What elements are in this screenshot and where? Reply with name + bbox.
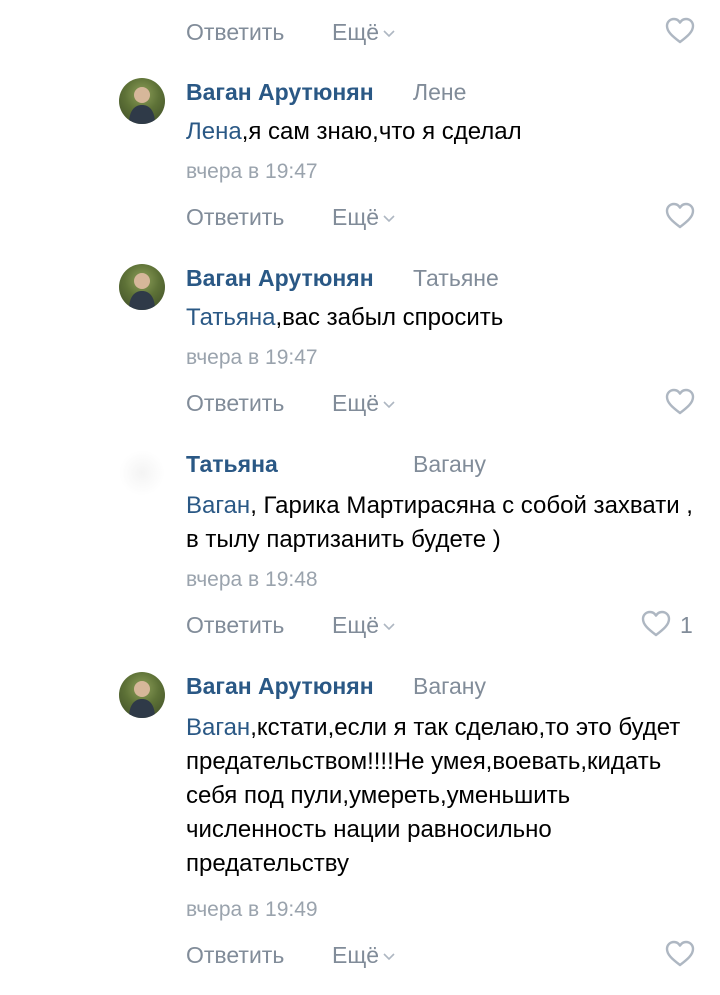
avatar[interactable] [119, 264, 165, 310]
mention-link[interactable]: Ваган [186, 714, 250, 741]
comment-body: , Гарика Мартирасяна с собой захвати , в… [186, 492, 693, 553]
reply-button[interactable]: Ответить [186, 18, 284, 46]
comment-author[interactable]: Татьяна [186, 450, 278, 478]
heart-outline-icon[interactable] [641, 610, 671, 638]
heart-outline-icon[interactable] [665, 388, 695, 416]
reply-button[interactable]: Ответить [186, 203, 284, 231]
avatar[interactable] [119, 672, 165, 718]
comment-author[interactable]: Ваган Арутюнян [186, 78, 374, 106]
comment-time[interactable]: вчера в 19:47 [186, 159, 318, 185]
avatar[interactable] [119, 78, 165, 124]
more-label: Ещё [332, 19, 380, 45]
chevron-down-icon [383, 30, 395, 38]
heart-outline-icon[interactable] [665, 202, 695, 230]
reply-to-name[interactable]: Лене [413, 78, 466, 106]
more-label: Ещё [332, 204, 380, 230]
more-button[interactable]: Ещё [332, 203, 395, 231]
reply-button[interactable]: Ответить [186, 389, 284, 417]
chevron-down-icon [383, 623, 395, 631]
more-button[interactable]: Ещё [332, 941, 395, 969]
reply-to-name[interactable]: Вагану [413, 672, 486, 700]
heart-outline-icon[interactable] [665, 940, 695, 968]
comment-author[interactable]: Ваган Арутюнян [186, 672, 374, 700]
comment-author[interactable]: Ваган Арутюнян [186, 264, 374, 292]
heart-outline-icon[interactable] [665, 17, 695, 45]
more-label: Ещё [332, 390, 380, 416]
chevron-down-icon [383, 953, 395, 961]
avatar-image [129, 87, 155, 124]
more-label: Ещё [332, 942, 380, 968]
reply-to-name[interactable]: Татьяне [413, 264, 499, 292]
chevron-down-icon [383, 215, 395, 223]
like-count[interactable]: 1 [680, 611, 693, 639]
avatar[interactable] [119, 450, 165, 496]
reply-button[interactable]: Ответить [186, 611, 284, 639]
mention-link[interactable]: Ваган [186, 492, 250, 519]
comment-body: ,кстати,если я так сделаю,то это будет п… [186, 714, 681, 877]
more-button[interactable]: Ещё [332, 611, 395, 639]
reply-button[interactable]: Ответить [186, 941, 284, 969]
reply-to-name[interactable]: Вагану [413, 450, 486, 478]
comment-time[interactable]: вчера в 19:47 [186, 345, 318, 371]
mention-link[interactable]: Татьяна [186, 304, 276, 331]
mention-link[interactable]: Лена [186, 118, 242, 145]
avatar-image [129, 273, 155, 310]
comment-text: Татьяна,вас забыл спросить [186, 301, 696, 335]
more-button[interactable]: Ещё [332, 18, 395, 46]
comment-text: Ваган, Гарика Мартирасяна с собой захват… [186, 489, 696, 557]
comment-body: ,я сам знаю,что я сделал [241, 118, 522, 145]
comment-text: Лена,я сам знаю,что я сделал [186, 115, 696, 149]
comment-time[interactable]: вчера в 19:48 [186, 567, 318, 593]
chevron-down-icon [383, 401, 395, 409]
comment-time[interactable]: вчера в 19:49 [186, 897, 318, 923]
comment-text: Ваган,кстати,если я так сделаю,то это бу… [186, 711, 696, 881]
avatar-image [129, 681, 155, 718]
comment-body: ,вас забыл спросить [275, 304, 504, 331]
more-button[interactable]: Ещё [332, 389, 395, 417]
more-label: Ещё [332, 612, 380, 638]
